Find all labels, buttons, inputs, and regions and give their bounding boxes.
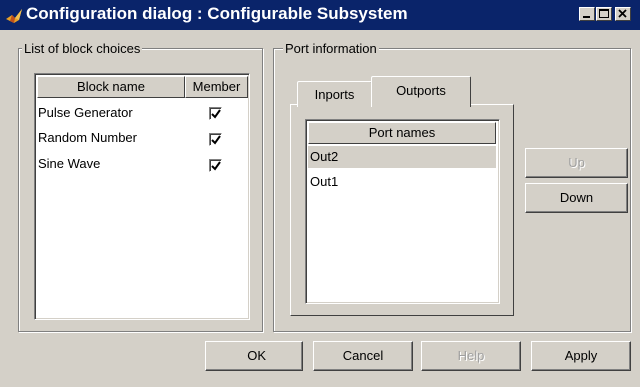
title-bar[interactable]: Configuration dialog : Configurable Subs…: [0, 0, 640, 30]
list-item-selected[interactable]: Out2: [308, 146, 496, 168]
maximize-button[interactable]: [596, 7, 612, 21]
matlab-icon: [6, 9, 22, 23]
maximize-icon: [599, 9, 609, 18]
port-names-list[interactable]: Port names Out2 Out1: [305, 119, 500, 304]
checkmark-icon: [211, 135, 221, 145]
block-name-cell: Sine Wave: [38, 156, 101, 171]
member-checkbox[interactable]: [209, 159, 222, 172]
block-choices-table[interactable]: Block name Member Pulse Generator Random…: [34, 73, 250, 320]
tab-outports[interactable]: Outports: [371, 76, 471, 107]
list-item[interactable]: Out1: [308, 171, 496, 193]
checkmark-icon: [211, 161, 221, 171]
up-button[interactable]: Up: [525, 148, 628, 178]
minimize-icon: [583, 16, 590, 18]
block-choices-label: List of block choices: [22, 41, 143, 56]
column-header-block-name[interactable]: Block name: [37, 76, 185, 98]
configuration-dialog: Configuration dialog : Configurable Subs…: [0, 0, 640, 387]
ok-button-label: OK: [247, 348, 266, 363]
block-name-cell: Pulse Generator: [38, 105, 133, 120]
down-button[interactable]: Down: [525, 183, 628, 213]
member-checkbox[interactable]: [209, 133, 222, 146]
ok-button[interactable]: OK: [205, 341, 303, 371]
checkmark-icon: [211, 109, 221, 119]
port-name: Out2: [310, 149, 339, 164]
port-information-label: Port information: [283, 41, 379, 56]
help-button[interactable]: Help: [421, 341, 521, 371]
tab-inports[interactable]: Inports: [297, 81, 372, 107]
column-header-member[interactable]: Member: [185, 76, 248, 98]
cancel-button[interactable]: Cancel: [313, 341, 413, 371]
close-button[interactable]: [615, 7, 631, 21]
port-name: Out1: [310, 174, 339, 189]
member-checkbox[interactable]: [209, 107, 222, 120]
block-name-cell: Random Number: [38, 130, 137, 145]
apply-button[interactable]: Apply: [531, 341, 631, 371]
minimize-button[interactable]: [579, 7, 595, 21]
close-icon: [618, 9, 627, 18]
window-title: Configuration dialog : Configurable Subs…: [26, 4, 408, 23]
column-header-port-names[interactable]: Port names: [308, 122, 496, 144]
